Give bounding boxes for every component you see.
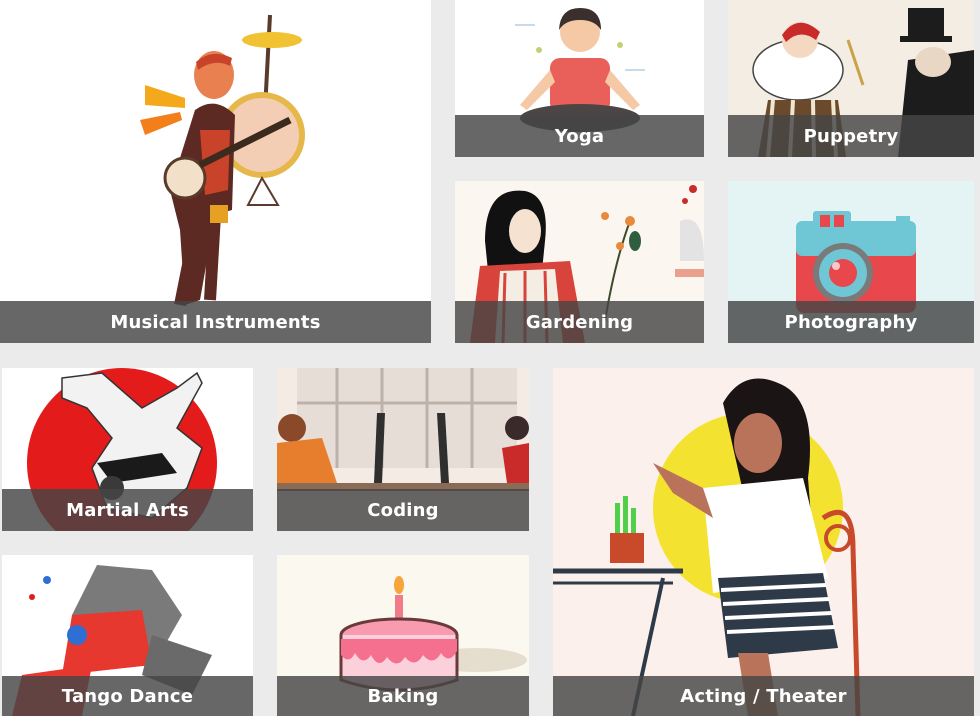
category-label: Baking <box>277 676 529 716</box>
category-label: Gardening <box>455 301 704 343</box>
category-label: Photography <box>728 301 974 343</box>
category-label: Acting / Theater <box>553 676 974 716</box>
category-label: Tango Dance <box>2 676 253 716</box>
category-label: Martial Arts <box>2 489 253 531</box>
category-tile-gardening[interactable]: Gardening <box>455 181 704 343</box>
musical-instruments-illustration <box>0 0 431 343</box>
category-tile-coding[interactable]: Coding <box>277 368 529 531</box>
acting-theater-illustration <box>553 368 974 716</box>
category-tile-photography[interactable]: Photography <box>728 181 974 343</box>
category-tile-yoga[interactable]: Yoga <box>455 0 704 157</box>
category-label: Puppetry <box>728 115 974 157</box>
category-label: Musical Instruments <box>0 301 431 343</box>
category-tile-martial-arts[interactable]: Martial Arts <box>2 368 253 531</box>
category-tile-tango-dance[interactable]: Tango Dance <box>2 555 253 716</box>
category-label: Yoga <box>455 115 704 157</box>
category-label: Coding <box>277 489 529 531</box>
category-tile-puppetry[interactable]: Puppetry <box>728 0 974 157</box>
category-tile-musical-instruments[interactable]: Musical Instruments <box>0 0 431 343</box>
category-tile-acting-theater[interactable]: Acting / Theater <box>553 368 974 716</box>
category-tile-baking[interactable]: Baking <box>277 555 529 716</box>
